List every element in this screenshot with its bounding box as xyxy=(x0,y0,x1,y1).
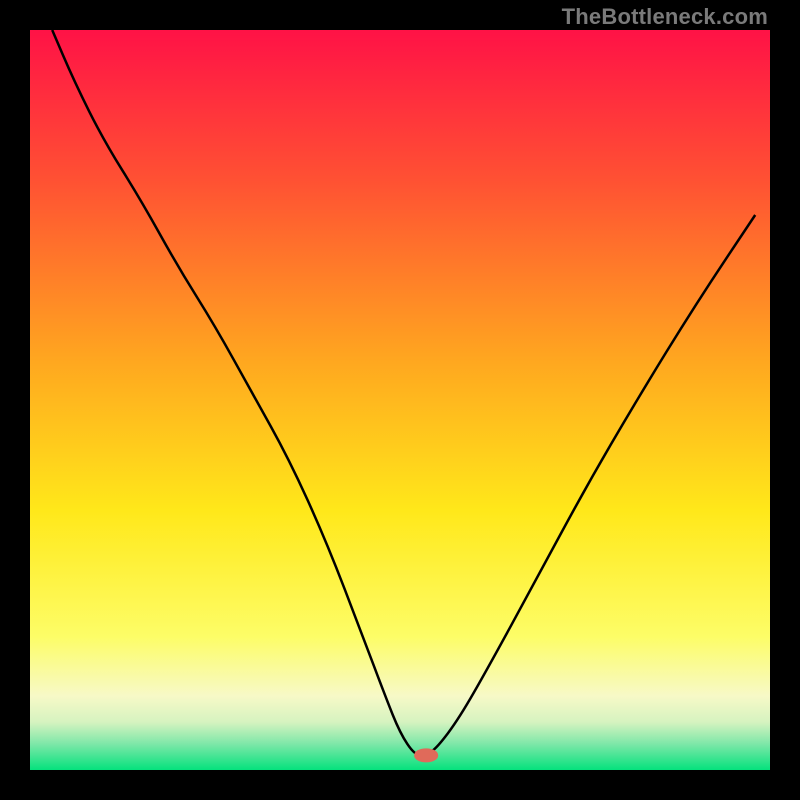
watermark-text: TheBottleneck.com xyxy=(562,4,768,30)
plot-area xyxy=(30,30,770,770)
bottleneck-curve xyxy=(30,30,770,770)
optimal-point-marker xyxy=(414,749,438,762)
chart-frame: TheBottleneck.com xyxy=(0,0,800,800)
